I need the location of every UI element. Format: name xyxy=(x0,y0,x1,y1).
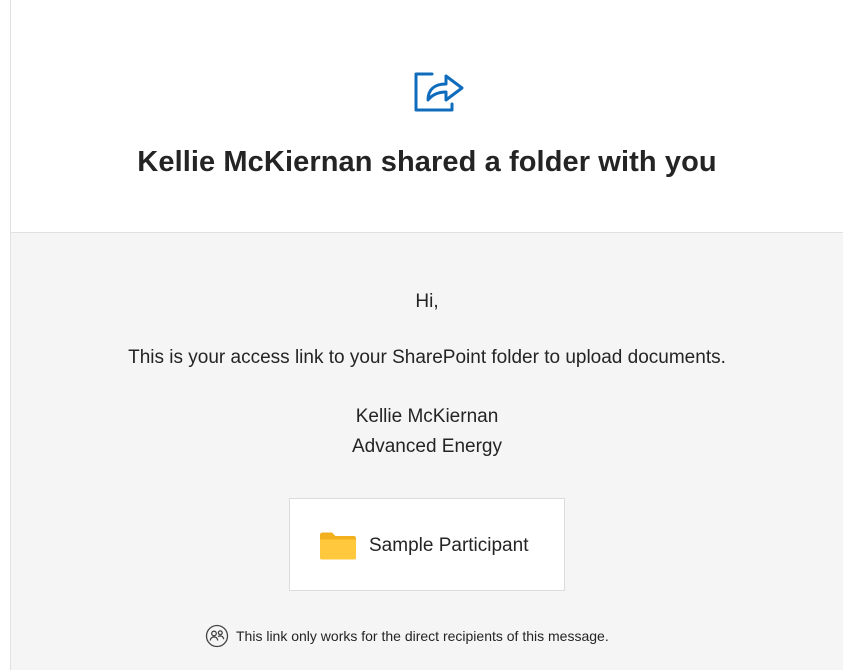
page-title: Kellie McKiernan shared a folder with yo… xyxy=(137,146,717,178)
sender-name: Kellie McKiernan xyxy=(355,406,499,427)
recipient-notice-text: This link only works for the direct reci… xyxy=(236,628,609,644)
shared-folder-link[interactable]: Sample Participant xyxy=(289,498,565,591)
greeting-text: Hi, xyxy=(415,291,439,312)
email-header: Kellie McKiernan shared a folder with yo… xyxy=(11,0,843,233)
share-icon xyxy=(414,72,464,112)
folder-icon xyxy=(320,532,356,560)
folder-name: Sample Participant xyxy=(369,535,529,556)
sender-organization: Advanced Energy xyxy=(352,436,502,457)
people-icon xyxy=(205,624,229,648)
recipient-notice: This link only works for the direct reci… xyxy=(205,624,609,648)
message-text: This is your access link to your SharePo… xyxy=(128,347,726,368)
